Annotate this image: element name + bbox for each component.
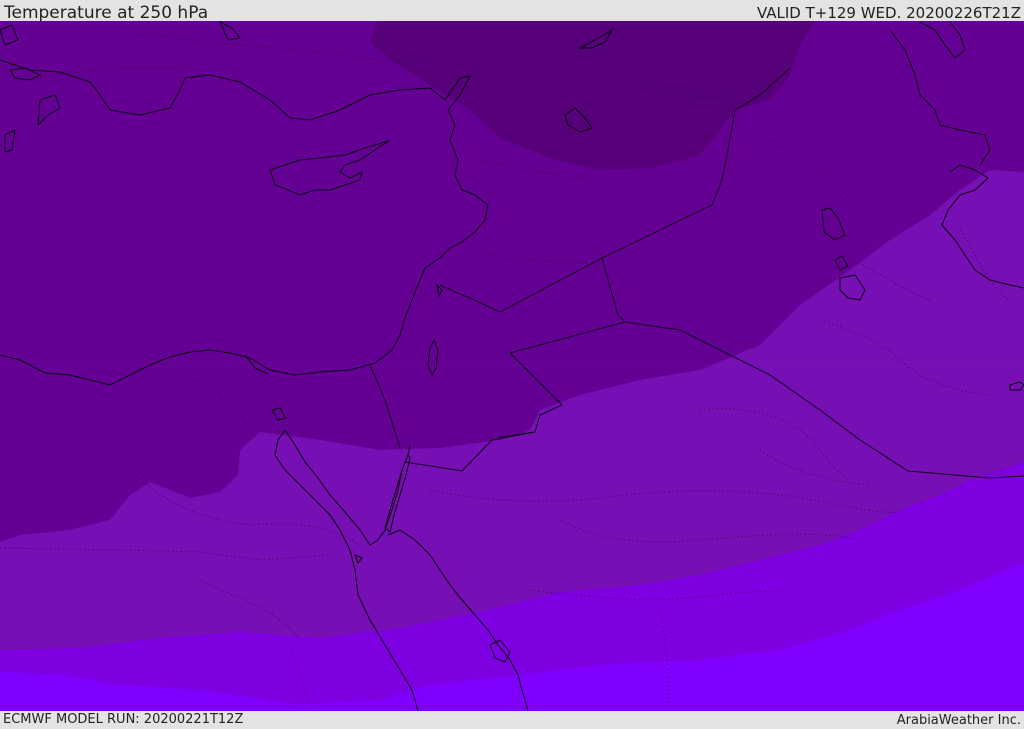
model-run-label: ECMWF MODEL RUN: 20200221T12Z	[3, 712, 244, 727]
footer-bar: ECMWF MODEL RUN: 20200221T12Z ArabiaWeat…	[0, 711, 1024, 729]
credit-label: ArabiaWeather Inc.	[896, 713, 1021, 728]
weather-map[interactable]	[0, 21, 1024, 711]
header-bar: Temperature at 250 hPa VALID T+129 WED. …	[0, 0, 1024, 23]
map-canvas	[0, 21, 1024, 711]
